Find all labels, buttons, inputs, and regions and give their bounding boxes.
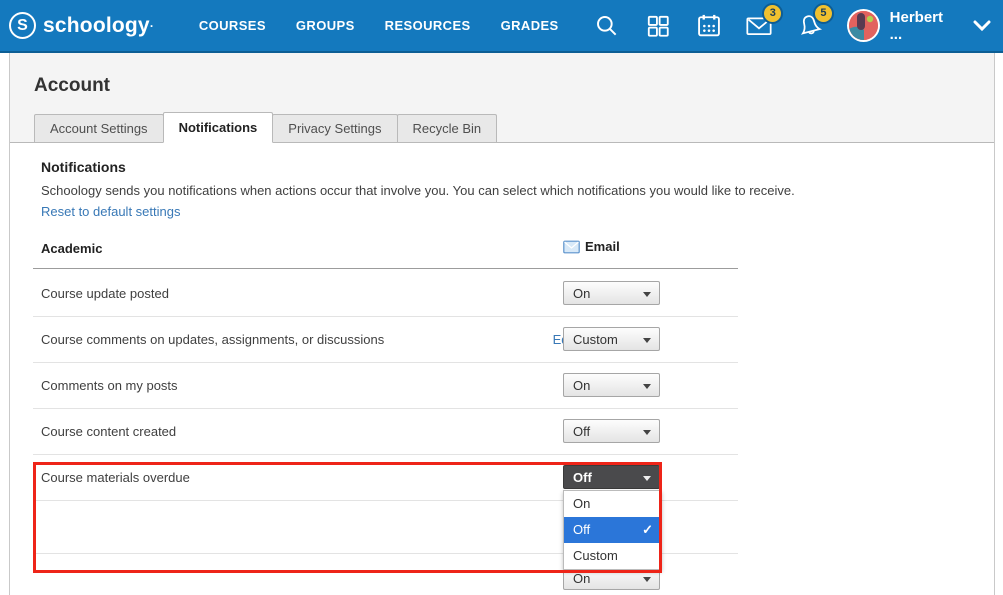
main-nav: COURSES GROUPS RESOURCES GRADES [184, 0, 574, 51]
navbar-right-group: 3 5 Herbert ... [574, 9, 991, 43]
schoology-s-icon: S [9, 12, 36, 39]
email-setting-select[interactable]: Custom [563, 327, 660, 351]
dropdown-option-off-selected[interactable]: Off ✓ [564, 517, 661, 543]
row-divider [33, 316, 738, 317]
email-column-header: Email [563, 239, 620, 254]
messages-icon[interactable]: 3 [743, 9, 777, 43]
select-dropdown-menu: On Off ✓ Custom [563, 490, 662, 570]
settings-tabs: Account Settings Notifications Privacy S… [34, 112, 496, 142]
notification-row: Course comments on updates, assignments,… [33, 316, 738, 362]
row-divider [33, 362, 738, 363]
account-panel: Account Account Settings Notifications P… [9, 53, 995, 595]
select-caret-icon [643, 384, 651, 389]
schoology-logo[interactable]: S schoology · [9, 12, 154, 39]
panel-header: Account Account Settings Notifications P… [10, 53, 994, 143]
email-setting-select[interactable]: On [563, 281, 660, 305]
notification-row: Course content created Off [33, 408, 738, 454]
page-title: Account [34, 75, 110, 97]
logo-letter: S [17, 17, 28, 35]
tab-notifications[interactable]: Notifications [163, 112, 274, 143]
select-caret-icon [643, 338, 651, 343]
tab-recycle-bin[interactable]: Recycle Bin [397, 114, 498, 142]
row-label: Course content created [41, 424, 176, 439]
notification-row: Comments on my posts On [33, 362, 738, 408]
row-divider [33, 454, 738, 455]
select-caret-icon [643, 430, 651, 435]
brand-trademark: · [150, 19, 154, 33]
nav-link-courses[interactable]: COURSES [184, 0, 281, 51]
email-column-label: Email [585, 239, 620, 254]
user-name[interactable]: Herbert ... [890, 9, 959, 43]
nav-link-grades[interactable]: GRADES [486, 0, 574, 51]
nav-link-groups[interactable]: GROUPS [281, 0, 370, 51]
row-label: Comments on my posts [41, 378, 178, 393]
dropdown-option-on[interactable]: On [564, 491, 661, 517]
row-divider [33, 408, 738, 409]
row-label: Course materials overdue [41, 470, 190, 485]
email-setting-select[interactable]: Off [563, 419, 660, 443]
user-avatar[interactable] [847, 9, 880, 42]
messages-badge: 3 [762, 3, 783, 24]
select-caret-icon [643, 577, 651, 582]
reset-defaults-link[interactable]: Reset to default settings [41, 204, 180, 219]
notification-row: Course update posted On [33, 270, 738, 316]
category-header: Academic [41, 241, 102, 256]
tab-privacy-settings[interactable]: Privacy Settings [272, 114, 397, 142]
row-label: Course update posted [41, 286, 169, 301]
notifications-bell-icon[interactable]: 5 [793, 9, 827, 43]
email-setting-select[interactable]: On [563, 373, 660, 397]
section-heading: Notifications [41, 159, 126, 175]
dropdown-option-custom[interactable]: Custom [564, 543, 661, 569]
section-description: Schoology sends you notifications when a… [41, 183, 795, 198]
select-caret-icon [643, 292, 651, 297]
header-divider [33, 268, 738, 269]
email-setting-select-open[interactable]: Off [563, 465, 660, 489]
select-caret-icon [643, 476, 651, 481]
alerts-badge: 5 [813, 3, 834, 24]
user-menu-chevron-down-icon[interactable] [973, 20, 991, 32]
notifications-content: Notifications Schoology sends you notifi… [10, 143, 994, 595]
nav-link-resources[interactable]: RESOURCES [370, 0, 486, 51]
row-label: Course comments on updates, assignments,… [41, 332, 384, 347]
calendar-icon[interactable] [692, 9, 726, 43]
email-envelope-icon [563, 240, 580, 254]
brand-text: schoology [43, 14, 150, 38]
search-icon[interactable] [591, 9, 625, 43]
app-grid-icon[interactable] [641, 9, 675, 43]
check-icon: ✓ [642, 517, 653, 543]
tab-account-settings[interactable]: Account Settings [34, 114, 164, 142]
top-navbar: S schoology · COURSES GROUPS RESOURCES G… [0, 0, 1003, 53]
